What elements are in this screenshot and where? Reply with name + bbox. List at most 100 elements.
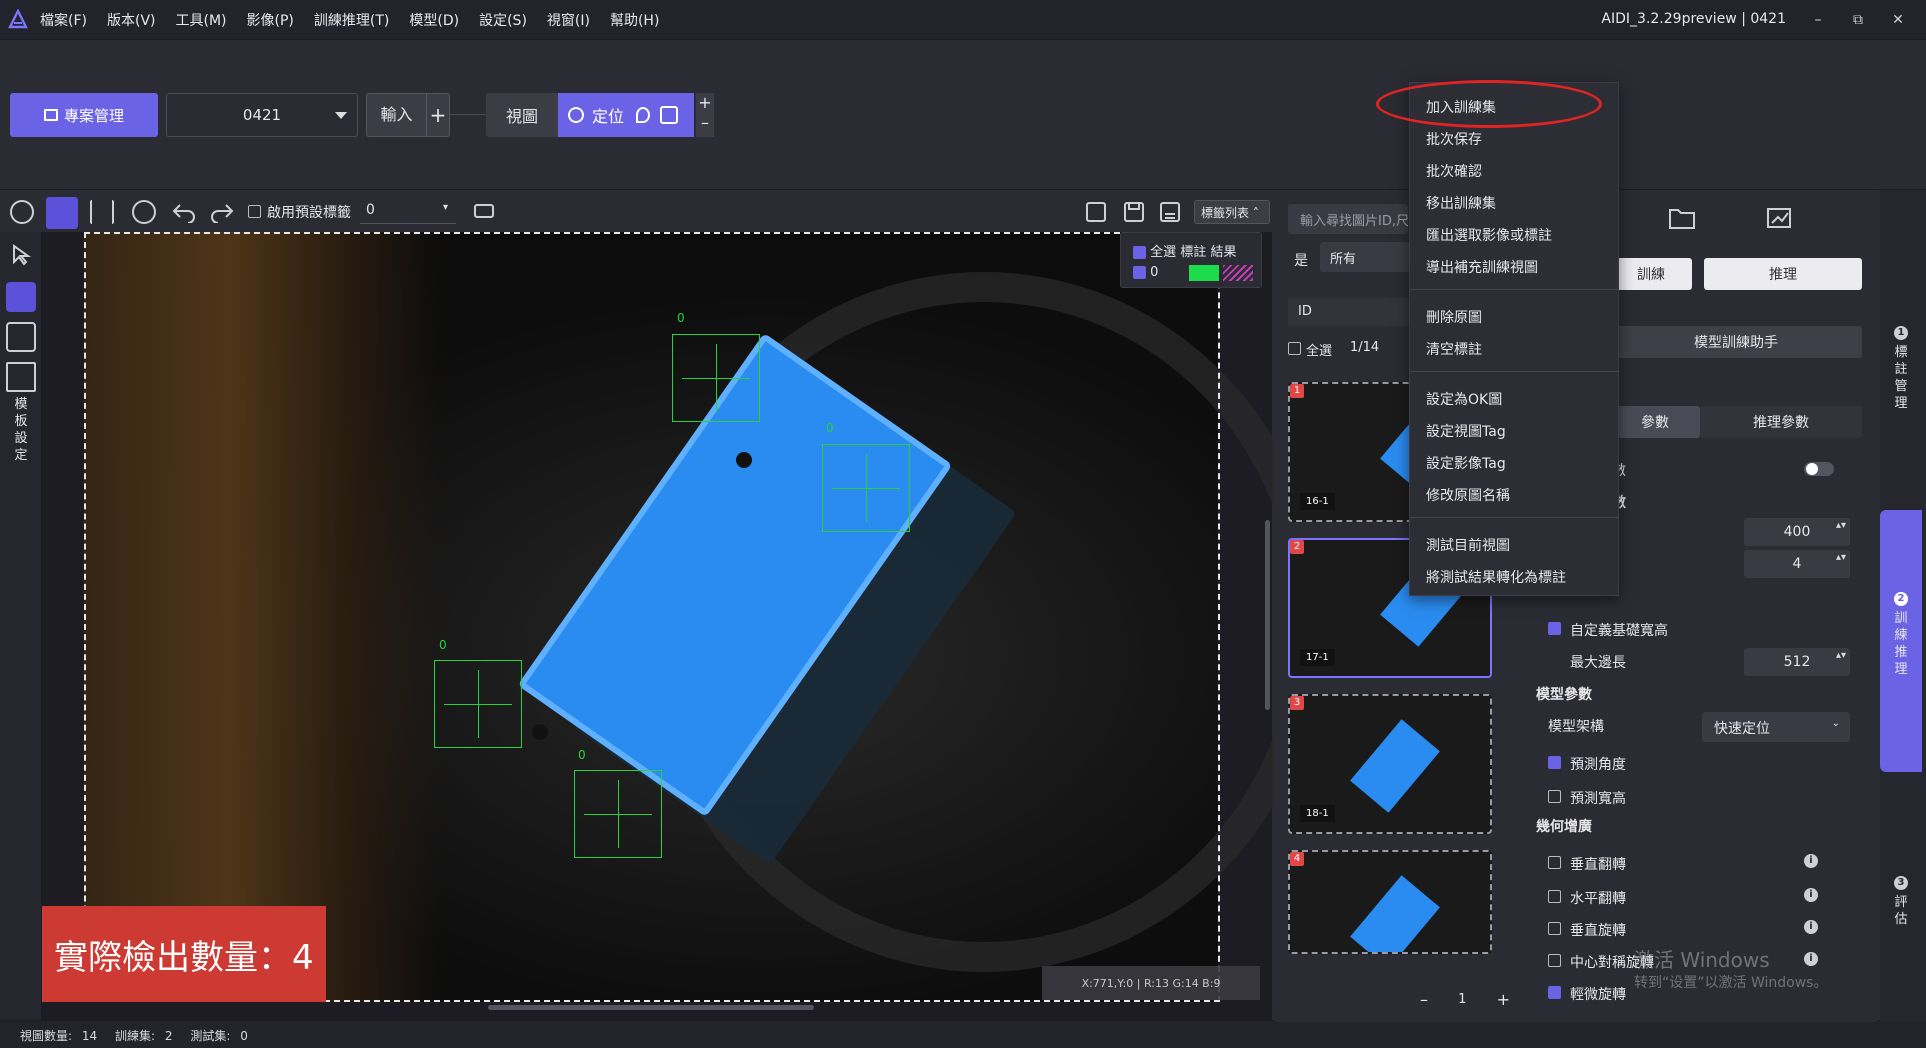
- menu-file[interactable]: 檔案(F): [40, 10, 87, 30]
- flip-horizontal-checkbox[interactable]: [1548, 890, 1561, 903]
- predict-angle-checkbox[interactable]: [1548, 756, 1561, 769]
- label-0-checkbox[interactable]: [1133, 266, 1146, 279]
- model-arch-select[interactable]: 快速定位 ⌄: [1702, 712, 1850, 742]
- page-number[interactable]: 1: [1458, 992, 1466, 1007]
- undo-icon[interactable]: [172, 201, 196, 223]
- view-button[interactable]: 視圖: [486, 93, 558, 137]
- input-button[interactable]: 輸入: [367, 94, 427, 136]
- menu-settings[interactable]: 設定(S): [479, 10, 527, 30]
- training-assistant-button[interactable]: 模型訓練助手: [1610, 326, 1862, 358]
- param-spinbox-4[interactable]: 4: [1744, 550, 1850, 578]
- annotation-box[interactable]: [672, 334, 760, 422]
- annotation-box[interactable]: [574, 770, 662, 858]
- palette-icon[interactable]: [132, 200, 156, 224]
- flip-vertical-checkbox[interactable]: [1548, 856, 1561, 869]
- preset-label-select[interactable]: 0 ▾: [360, 198, 456, 224]
- menu-item-export-extra-views[interactable]: 導出補充訓練視圖: [1426, 257, 1538, 277]
- menu-item-convert-results[interactable]: 將測試結果轉化為標註: [1426, 567, 1566, 587]
- fit-view-icon[interactable]: [46, 197, 78, 229]
- rotate-vertical-checkbox[interactable]: [1548, 922, 1561, 935]
- thumbnail-item[interactable]: 4: [1288, 850, 1492, 954]
- roi-tool-icon[interactable]: [6, 322, 36, 352]
- infer-button[interactable]: 推理: [1704, 258, 1862, 290]
- project-management-button[interactable]: 專案管理: [10, 93, 158, 137]
- close-button[interactable]: ✕: [1878, 6, 1918, 34]
- menu-item-set-ok[interactable]: 設定為OK圖: [1426, 389, 1502, 409]
- preset-label-checkbox[interactable]: [248, 205, 261, 218]
- add-module-button[interactable]: +: [696, 93, 714, 113]
- step-train-infer-tab[interactable]: 2 訓練推理: [1880, 592, 1922, 678]
- param-spinbox-400[interactable]: 400: [1744, 518, 1850, 546]
- pin-icon[interactable]: [636, 107, 651, 123]
- horizontal-scrollbar[interactable]: [488, 1005, 814, 1010]
- add-input-button[interactable]: +: [427, 103, 449, 127]
- menu-window[interactable]: 視窗(I): [547, 10, 590, 30]
- menu-image[interactable]: 影像(P): [247, 10, 294, 30]
- menu-version[interactable]: 版本(V): [107, 10, 156, 30]
- export-image-icon[interactable]: [1084, 200, 1108, 224]
- center-rotate-checkbox[interactable]: [1548, 954, 1561, 967]
- step-annotation-tab[interactable]: 1 標註管理: [1880, 326, 1922, 412]
- label-0-annotate-color[interactable]: [1189, 265, 1219, 281]
- locate-module-button[interactable]: 定位: [558, 93, 694, 137]
- menu-train-infer[interactable]: 訓練推理(T): [314, 10, 389, 30]
- template-setting-label[interactable]: 模板設定: [12, 396, 30, 464]
- image-search-input[interactable]: 輸入尋找圖片ID,尺: [1288, 204, 1408, 234]
- page-prev-button[interactable]: –: [1420, 990, 1428, 1009]
- page-next-button[interactable]: +: [1497, 990, 1510, 1009]
- filter-select[interactable]: 所有: [1320, 242, 1410, 272]
- info-icon[interactable]: i: [1804, 920, 1818, 934]
- play-icon[interactable]: [660, 106, 679, 124]
- info-icon[interactable]: i: [1804, 952, 1818, 966]
- select-all-images-checkbox[interactable]: [1288, 342, 1301, 355]
- loop-icon[interactable]: [472, 200, 496, 222]
- info-icon[interactable]: i: [1804, 888, 1818, 902]
- template-icon[interactable]: [6, 362, 36, 392]
- vertical-scrollbar[interactable]: [1265, 520, 1270, 710]
- label-list-button[interactable]: 標籤列表 ˄: [1194, 200, 1270, 224]
- tab-train-params[interactable]: 參數: [1610, 406, 1700, 438]
- menu-tools[interactable]: 工具(M): [176, 10, 227, 30]
- toggle-switch[interactable]: [1804, 462, 1834, 476]
- menu-item-set-image-tag[interactable]: 設定影像Tag: [1426, 453, 1506, 473]
- max-edge-spinbox[interactable]: 512: [1744, 648, 1850, 676]
- tab-infer-params[interactable]: 推理參數: [1700, 406, 1862, 438]
- menu-item-test-current-view[interactable]: 測試目前視圖: [1426, 535, 1510, 555]
- menu-item-delete-original[interactable]: 刪除原圖: [1426, 307, 1482, 327]
- thumbnail-object: [1350, 875, 1440, 952]
- minimize-button[interactable]: –: [1798, 6, 1838, 34]
- restore-button[interactable]: ⧉: [1838, 6, 1878, 34]
- menu-item-clear-annotations[interactable]: 清空標註: [1426, 339, 1482, 359]
- menu-model[interactable]: 模型(D): [409, 10, 459, 30]
- step-evaluate-tab[interactable]: 3 評估: [1880, 876, 1922, 928]
- open-folder-icon[interactable]: [1668, 206, 1696, 230]
- fine-rotate-checkbox[interactable]: [1548, 986, 1561, 999]
- menu-item-remove-train-set[interactable]: 移出訓練集: [1426, 193, 1496, 213]
- remove-module-button[interactable]: –: [696, 113, 714, 133]
- thumbnail-item[interactable]: 3 18-1: [1288, 694, 1492, 834]
- annotation-box[interactable]: [434, 660, 522, 748]
- info-icon[interactable]: i: [1804, 854, 1818, 868]
- annotate-tool-icon[interactable]: [6, 282, 36, 312]
- predict-wh-checkbox[interactable]: [1548, 790, 1561, 803]
- menu-item-set-view-tag[interactable]: 設定視圖Tag: [1426, 421, 1506, 441]
- save-all-icon[interactable]: [1158, 200, 1182, 224]
- menu-item-batch-save[interactable]: 批次保存: [1426, 129, 1482, 149]
- annotation-box[interactable]: [822, 444, 910, 532]
- menu-item-batch-confirm[interactable]: 批次確認: [1426, 161, 1482, 181]
- pointer-icon[interactable]: [10, 244, 32, 266]
- export-chart-icon[interactable]: [1766, 206, 1794, 230]
- fit-width-icon[interactable]: [90, 200, 114, 224]
- train-button[interactable]: 訓練: [1610, 258, 1692, 290]
- save-icon[interactable]: [1122, 200, 1146, 224]
- custom-size-checkbox[interactable]: [1548, 622, 1561, 635]
- project-select[interactable]: 0421: [166, 93, 358, 137]
- info-icon[interactable]: [10, 200, 34, 224]
- redo-icon[interactable]: [210, 201, 234, 223]
- label-0-result-color[interactable]: [1223, 265, 1253, 281]
- menu-item-export-selected[interactable]: 匯出選取影像或標註: [1426, 225, 1552, 245]
- select-all-labels-checkbox[interactable]: [1133, 246, 1146, 259]
- id-column-header[interactable]: ID: [1288, 298, 1410, 326]
- menu-item-rename-original[interactable]: 修改原圖名稱: [1426, 485, 1510, 505]
- menu-help[interactable]: 幫助(H): [610, 10, 659, 30]
